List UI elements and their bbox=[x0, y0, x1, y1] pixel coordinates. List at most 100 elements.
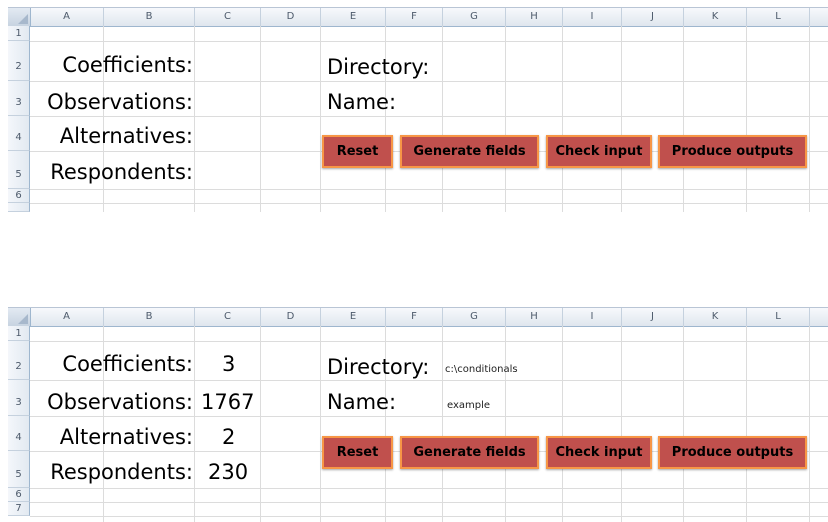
coefficients-label: Coefficients: bbox=[62, 352, 193, 376]
column-header-g[interactable]: G bbox=[443, 308, 506, 326]
alternatives-value[interactable]: 2 bbox=[222, 424, 235, 450]
column-header-bar: A B C D E F G H I J K L bbox=[8, 307, 828, 327]
check-input-button[interactable]: Check input bbox=[546, 135, 652, 168]
column-header-e[interactable]: E bbox=[321, 308, 386, 326]
grid-line bbox=[30, 502, 828, 503]
column-header-k[interactable]: K bbox=[684, 308, 747, 326]
column-header-a[interactable]: A bbox=[30, 8, 104, 26]
grid-line bbox=[746, 326, 747, 522]
directory-label: Directory: bbox=[327, 355, 430, 379]
column-header-d[interactable]: D bbox=[261, 308, 321, 326]
grid-line bbox=[809, 326, 810, 522]
directory-value[interactable]: c:\conditionals bbox=[445, 364, 518, 375]
column-header-f[interactable]: F bbox=[386, 8, 443, 26]
column-header-c[interactable]: C bbox=[195, 308, 261, 326]
column-header-a[interactable]: A bbox=[30, 308, 104, 326]
produce-outputs-button[interactable]: Produce outputs bbox=[658, 135, 807, 168]
row-header-1[interactable]: 1 bbox=[8, 26, 30, 41]
row-header-2[interactable]: 2 bbox=[8, 341, 30, 380]
grid-line bbox=[505, 326, 506, 522]
grid-line bbox=[30, 488, 828, 489]
column-header-f[interactable]: F bbox=[386, 308, 443, 326]
observations-label: Observations: bbox=[47, 390, 193, 414]
row-header-7[interactable]: 7 bbox=[8, 502, 30, 516]
alternatives-label: Alternatives: bbox=[59, 425, 193, 449]
reset-button[interactable]: Reset bbox=[322, 135, 393, 168]
worksheet-before: A B C D E F G H I J K L 1 2 3 4 5 6 Coef… bbox=[8, 7, 828, 212]
row-header-3[interactable]: 3 bbox=[8, 81, 30, 116]
grid-line bbox=[30, 81, 828, 82]
generate-fields-button[interactable]: Generate fields bbox=[400, 436, 539, 469]
row-header-5[interactable]: 5 bbox=[8, 151, 30, 189]
coefficients-label: Coefficients: bbox=[62, 53, 193, 77]
column-header-i[interactable]: I bbox=[563, 308, 622, 326]
grid-line bbox=[621, 26, 622, 212]
select-all-corner[interactable] bbox=[8, 308, 31, 326]
coefficients-value[interactable]: 3 bbox=[222, 351, 235, 377]
grid-line bbox=[30, 116, 828, 117]
name-label: Name: bbox=[327, 90, 397, 114]
grid-line bbox=[320, 26, 321, 212]
row-header-3[interactable]: 3 bbox=[8, 380, 30, 416]
grid-line bbox=[683, 26, 684, 212]
grid-line bbox=[562, 26, 563, 212]
generate-fields-button[interactable]: Generate fields bbox=[400, 135, 539, 168]
grid-line bbox=[260, 326, 261, 522]
grid-line bbox=[562, 326, 563, 522]
name-label: Name: bbox=[327, 390, 397, 414]
grid-line bbox=[442, 26, 443, 212]
column-header-j[interactable]: J bbox=[622, 308, 684, 326]
produce-outputs-button[interactable]: Produce outputs bbox=[658, 436, 807, 469]
observations-label: Observations: bbox=[47, 90, 193, 114]
column-header-h[interactable]: H bbox=[506, 308, 563, 326]
column-header-bar: A B C D E F G H I J K L bbox=[8, 7, 828, 27]
column-header-b[interactable]: B bbox=[104, 308, 195, 326]
grid-line bbox=[260, 26, 261, 212]
grid-line bbox=[621, 326, 622, 522]
grid-line bbox=[320, 326, 321, 522]
column-header-i[interactable]: I bbox=[563, 8, 622, 26]
grid-line bbox=[30, 341, 828, 342]
observations-value[interactable]: 1767 bbox=[201, 389, 254, 415]
column-header-c[interactable]: C bbox=[195, 8, 261, 26]
check-input-button[interactable]: Check input bbox=[546, 436, 652, 469]
row-header-7-partial bbox=[8, 203, 30, 212]
grid-line bbox=[194, 326, 195, 522]
row-header-4[interactable]: 4 bbox=[8, 116, 30, 151]
directory-label: Directory: bbox=[327, 55, 430, 79]
column-header-d[interactable]: D bbox=[261, 8, 321, 26]
respondents-value[interactable]: 230 bbox=[208, 459, 248, 485]
grid-line bbox=[30, 203, 828, 204]
respondents-label: Respondents: bbox=[50, 460, 193, 484]
grid-line bbox=[30, 416, 828, 417]
column-header-l[interactable]: L bbox=[747, 308, 810, 326]
row-header-5[interactable]: 5 bbox=[8, 451, 30, 488]
reset-button[interactable]: Reset bbox=[322, 436, 393, 469]
grid-line bbox=[30, 189, 828, 190]
column-header-g[interactable]: G bbox=[443, 8, 506, 26]
grid-line bbox=[683, 326, 684, 522]
grid-line bbox=[505, 26, 506, 212]
alternatives-label: Alternatives: bbox=[59, 124, 193, 148]
name-value[interactable]: example bbox=[447, 400, 490, 411]
grid-line bbox=[442, 326, 443, 522]
column-header-k[interactable]: K bbox=[684, 8, 747, 26]
grid-line bbox=[30, 380, 828, 381]
grid-line bbox=[746, 26, 747, 212]
grid-line bbox=[194, 26, 195, 212]
row-header-6[interactable]: 6 bbox=[8, 488, 30, 502]
grid-line bbox=[809, 26, 810, 212]
column-header-b[interactable]: B bbox=[104, 8, 195, 26]
grid-line bbox=[30, 41, 828, 42]
select-all-corner[interactable] bbox=[8, 8, 31, 26]
column-header-j[interactable]: J bbox=[622, 8, 684, 26]
row-header-4[interactable]: 4 bbox=[8, 416, 30, 451]
respondents-label: Respondents: bbox=[50, 160, 193, 184]
grid-line bbox=[30, 516, 828, 517]
column-header-h[interactable]: H bbox=[506, 8, 563, 26]
row-header-1[interactable]: 1 bbox=[8, 326, 30, 341]
column-header-l[interactable]: L bbox=[747, 8, 810, 26]
row-header-6[interactable]: 6 bbox=[8, 189, 30, 203]
row-header-2[interactable]: 2 bbox=[8, 41, 30, 81]
column-header-e[interactable]: E bbox=[321, 8, 386, 26]
